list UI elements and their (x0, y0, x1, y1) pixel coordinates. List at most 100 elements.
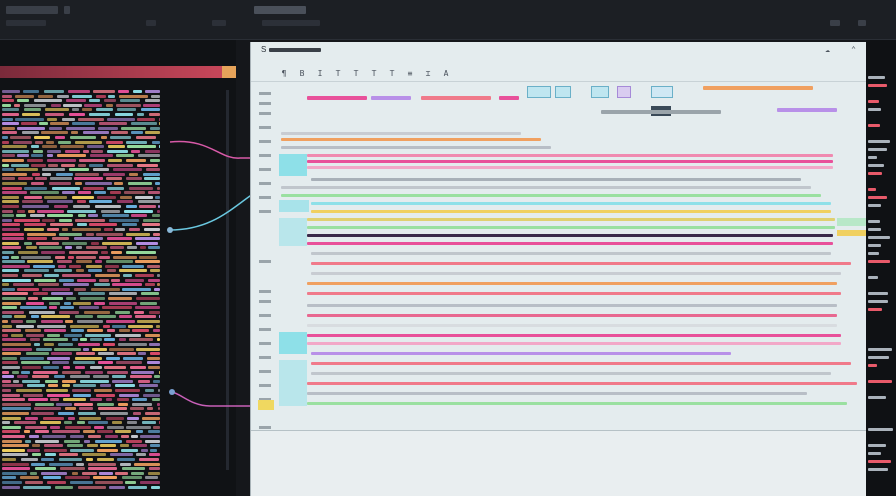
filter-chip[interactable] (555, 86, 571, 98)
code-token (42, 338, 69, 342)
cloud-icon[interactable]: ☁ (825, 45, 830, 54)
code-token (50, 292, 74, 296)
toolbar-button[interactable]: T (351, 69, 361, 79)
code-token (57, 94, 70, 98)
code-token (2, 352, 21, 356)
code-token (55, 172, 73, 176)
code-token (69, 251, 99, 254)
code-token (16, 168, 38, 172)
code-token (79, 297, 106, 300)
bookmark-marker[interactable] (258, 400, 274, 410)
pane-accent-tip[interactable] (222, 66, 236, 78)
window-control[interactable] (858, 20, 866, 26)
code-token (124, 191, 145, 195)
toolbar-button[interactable]: A (441, 69, 451, 79)
code-token (74, 356, 103, 360)
document-editor[interactable]: S ☁ ⌃ ¶ B I T T T T ≡ ⌶ A (250, 42, 866, 496)
code-token (2, 136, 8, 139)
code-token (120, 195, 132, 199)
code-token (82, 471, 97, 475)
code-token (120, 462, 132, 466)
line-number (259, 426, 271, 429)
right-output-pane[interactable] (866, 40, 896, 496)
filter-chip[interactable] (617, 86, 631, 98)
code-token (20, 458, 38, 461)
output-token (868, 380, 892, 383)
code-token (71, 338, 78, 342)
toolbar-button[interactable]: ≡ (405, 69, 415, 79)
filter-chip[interactable] (527, 86, 551, 98)
code-token (2, 306, 17, 310)
code-token (64, 301, 71, 305)
code-token (22, 205, 50, 208)
code-token (60, 145, 84, 149)
code-token (115, 471, 129, 475)
code-token (2, 324, 13, 328)
code-token (21, 122, 37, 126)
code-token (2, 389, 11, 392)
toolbar-button[interactable]: T (387, 69, 397, 79)
code-token (97, 448, 119, 452)
code-token (58, 310, 80, 314)
code-token (86, 264, 103, 268)
code-token (110, 246, 125, 250)
menu-tab[interactable] (6, 20, 46, 26)
code-token (2, 412, 30, 415)
filter-chip[interactable] (591, 86, 609, 98)
text-line (281, 132, 521, 135)
code-token (35, 439, 59, 443)
code-token (131, 122, 157, 126)
toolbar-button[interactable]: T (369, 69, 379, 79)
code-token (2, 467, 30, 471)
code-token (33, 343, 41, 346)
toolbar-button[interactable]: T (333, 69, 343, 79)
code-token (144, 99, 160, 103)
code-token (31, 172, 40, 176)
close-icon[interactable]: ⌃ (851, 45, 856, 54)
code-token (109, 136, 131, 139)
code-token (41, 320, 63, 323)
code-token (41, 458, 55, 461)
output-token (868, 428, 894, 431)
code-token (87, 421, 108, 425)
code-token (24, 103, 47, 107)
code-token (91, 149, 104, 153)
toolbar-button[interactable]: I (315, 69, 325, 79)
code-token (72, 393, 92, 397)
menu-tab[interactable] (146, 20, 156, 26)
window-control[interactable] (830, 20, 840, 26)
code-token (25, 329, 41, 333)
code-token (2, 113, 19, 116)
code-token (27, 232, 56, 236)
menu-tab[interactable] (212, 20, 226, 26)
code-token (32, 292, 49, 296)
output-token (868, 108, 882, 111)
filter-chip[interactable] (651, 86, 673, 98)
code-token (12, 370, 19, 374)
toolbar-button[interactable]: ¶ (279, 69, 289, 79)
code-token (2, 237, 24, 241)
ribbon-mark (371, 96, 411, 100)
code-token (147, 430, 160, 434)
menu-tab[interactable] (262, 20, 320, 26)
menu-tab[interactable] (64, 6, 70, 14)
code-token (151, 94, 160, 98)
menu-tab[interactable] (254, 6, 306, 14)
code-token (2, 347, 32, 351)
code-token (138, 352, 146, 356)
code-token (101, 251, 109, 254)
code-token (115, 154, 135, 158)
code-token (140, 448, 148, 452)
code-token (70, 481, 93, 484)
code-token (59, 306, 75, 310)
code-token (2, 218, 12, 222)
line-gutter (251, 82, 279, 482)
code-token (44, 113, 64, 116)
code-token (141, 421, 157, 425)
code-token (62, 379, 77, 383)
code-token (130, 131, 143, 135)
code-token (93, 476, 117, 480)
menu-tab[interactable] (6, 6, 58, 14)
toolbar-button[interactable]: B (297, 69, 307, 79)
toolbar-button[interactable]: ⌶ (423, 69, 433, 79)
